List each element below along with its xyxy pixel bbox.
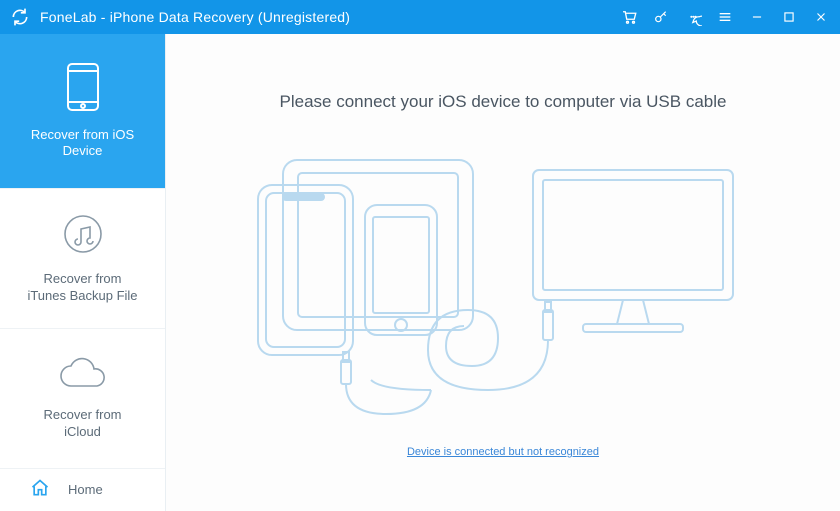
itunes-icon — [61, 212, 105, 261]
home-icon — [30, 478, 50, 503]
cloud-icon — [57, 356, 109, 397]
cart-icon[interactable] — [620, 8, 638, 26]
chat-icon[interactable] — [684, 8, 702, 26]
device-not-recognized-link[interactable]: Device is connected but not recognized — [407, 446, 599, 458]
close-icon[interactable] — [812, 8, 830, 26]
sidebar: Recover from iOS Device Recover from iTu… — [0, 34, 166, 511]
sidebar-item-label: Home — [68, 482, 103, 499]
sidebar-item-recover-ios-device[interactable]: Recover from iOS Device — [0, 34, 165, 189]
menu-icon[interactable] — [716, 8, 734, 26]
connect-illustration — [223, 140, 783, 440]
sidebar-item-recover-icloud[interactable]: Recover from iCloud — [0, 329, 165, 469]
key-icon[interactable] — [652, 8, 670, 26]
titlebar: FoneLab - iPhone Data Recovery (Unregist… — [0, 0, 840, 34]
sidebar-item-label: Recover from iOS Device — [31, 127, 134, 161]
phone-icon — [66, 62, 100, 117]
sidebar-item-label: Recover from iTunes Backup File — [27, 271, 137, 305]
page-headline: Please connect your iOS device to comput… — [166, 92, 840, 112]
maximize-icon[interactable] — [780, 8, 798, 26]
sidebar-item-recover-itunes[interactable]: Recover from iTunes Backup File — [0, 189, 165, 329]
sidebar-item-home[interactable]: Home — [0, 469, 165, 511]
app-logo-icon — [10, 7, 30, 27]
window-title: FoneLab - iPhone Data Recovery (Unregist… — [40, 9, 350, 25]
main-panel: Please connect your iOS device to comput… — [166, 34, 840, 511]
minimize-icon[interactable] — [748, 8, 766, 26]
sidebar-item-label: Recover from iCloud — [43, 407, 121, 441]
